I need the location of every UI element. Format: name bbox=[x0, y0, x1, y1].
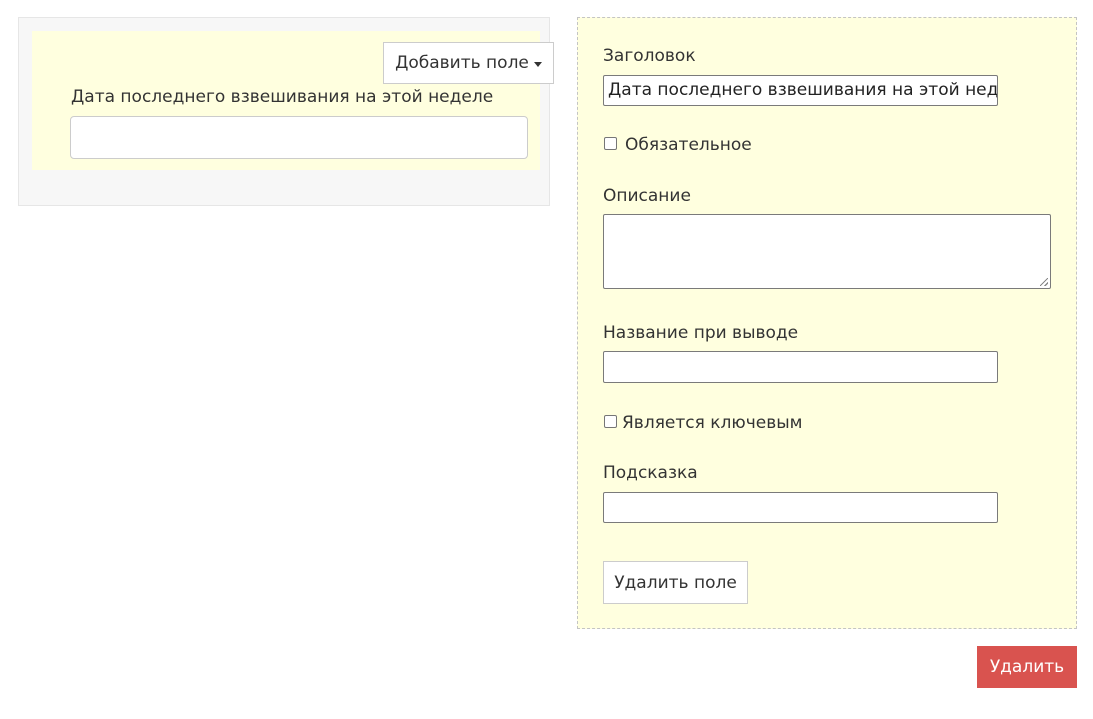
field-settings-panel: Заголовок Дата последнего взвешивания на… bbox=[577, 17, 1077, 629]
delete-field-button[interactable]: Удалить поле bbox=[603, 561, 748, 604]
preview-field-label: Дата последнего взвешивания на этой неде… bbox=[71, 87, 494, 107]
form-preview-panel: Добавить поле Дата последнего взвешивани… bbox=[18, 17, 554, 206]
add-field-label: Добавить поле bbox=[395, 53, 529, 73]
output-name-label: Название при выводе bbox=[603, 323, 799, 343]
output-name-input[interactable] bbox=[603, 351, 998, 383]
description-textarea[interactable] bbox=[603, 214, 1051, 289]
preview-field-input[interactable] bbox=[70, 116, 528, 159]
title-label: Заголовок bbox=[603, 46, 696, 66]
required-checkbox[interactable] bbox=[604, 137, 617, 150]
title-input[interactable]: Дата последнего взвешивания на этой неде… bbox=[603, 75, 998, 106]
form-field-preview[interactable]: Добавить поле Дата последнего взвешивани… bbox=[32, 31, 554, 170]
add-field-dropdown-button[interactable]: Добавить поле bbox=[383, 42, 554, 84]
resize-handle-icon[interactable] bbox=[1040, 278, 1048, 286]
required-label: Обязательное bbox=[625, 135, 752, 155]
is-key-checkbox[interactable] bbox=[604, 415, 617, 428]
delete-button[interactable]: Удалить bbox=[977, 646, 1077, 688]
hint-input[interactable] bbox=[603, 492, 998, 523]
description-label: Описание bbox=[603, 186, 691, 206]
is-key-label: Является ключевым bbox=[622, 413, 803, 433]
hint-label: Подсказка bbox=[603, 463, 698, 483]
caret-down-icon bbox=[533, 61, 542, 67]
